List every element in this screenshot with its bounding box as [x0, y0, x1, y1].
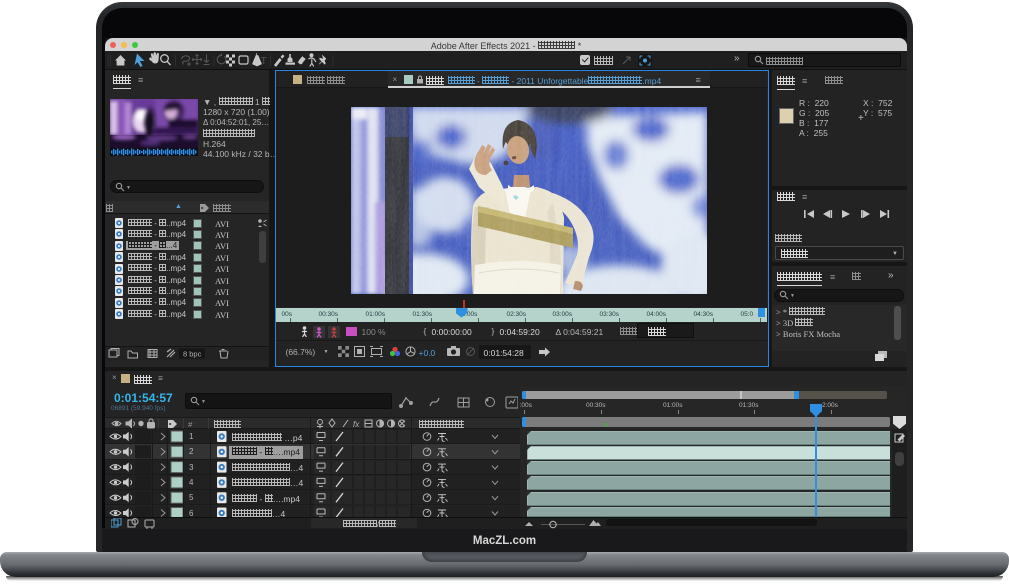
- svg-text:T: T: [261, 55, 268, 67]
- svg-text:8 bpc: 8 bpc: [183, 350, 202, 359]
- svg-text:fx: fx: [353, 420, 360, 429]
